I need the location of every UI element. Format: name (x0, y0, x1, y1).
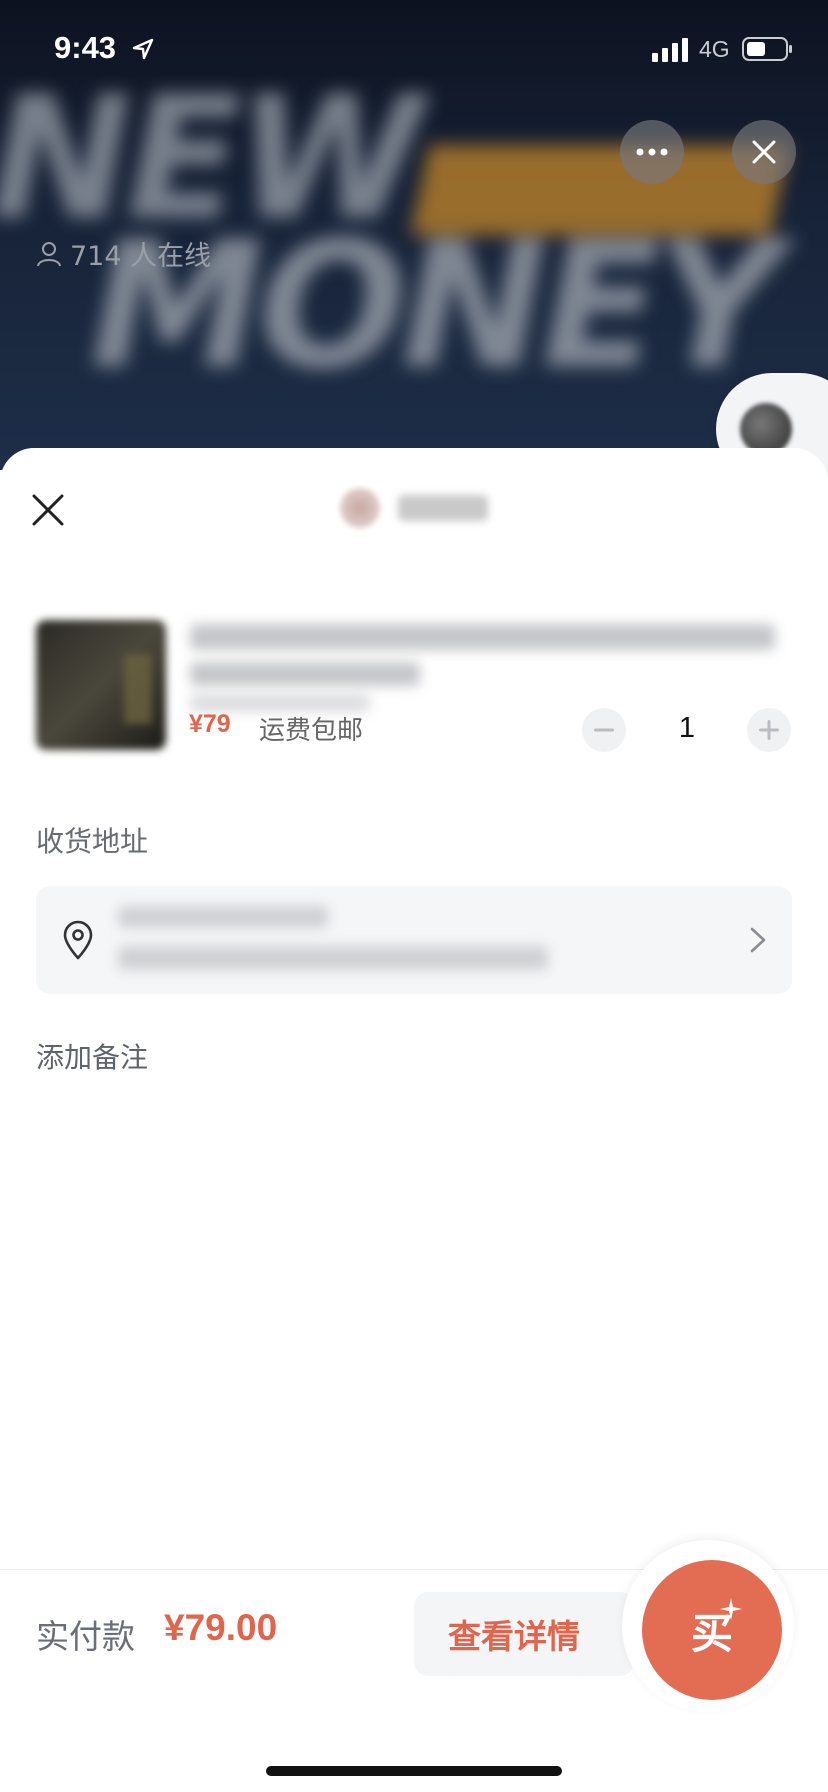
home-indicator (266, 1766, 562, 1776)
address-detail-obscured (118, 946, 548, 970)
product-thumbnail[interactable] (36, 620, 166, 750)
live-video-background[interactable]: NEW MONEY 9:43 4G 714 人在线 (0, 0, 828, 470)
add-note-link[interactable]: 添加备注 (36, 1036, 148, 1076)
more-button[interactable] (620, 120, 684, 184)
close-live-button[interactable] (732, 120, 796, 184)
address-selector[interactable] (36, 886, 792, 994)
quantity-value: 1 (678, 712, 696, 744)
paid-amount-value: ¥79.00 (164, 1607, 278, 1648)
person-icon (37, 241, 61, 266)
location-arrow-icon (132, 38, 154, 60)
status-bar: 9:43 4G (0, 0, 828, 100)
network-type: 4G (699, 36, 730, 62)
status-time: 9:43 (54, 30, 117, 65)
signal-bars-icon (652, 38, 688, 62)
more-icon (636, 148, 668, 156)
chevron-right-icon (750, 927, 766, 953)
shipping-label: 运费包邮 (259, 716, 364, 746)
shop-name-obscured (398, 495, 488, 521)
viewer-count-text: 714 人在线 (70, 241, 212, 272)
battery-icon (742, 37, 792, 61)
minus-icon (594, 728, 614, 732)
address-name-obscured (118, 906, 328, 928)
product-price: ¥79 (189, 710, 231, 738)
viewer-count: 714 人在线 (36, 234, 211, 273)
quantity-increase-button[interactable] (747, 708, 791, 752)
view-details-button[interactable]: 查看详情 (414, 1592, 634, 1676)
plus-icon (759, 720, 779, 740)
paid-amount-label: 实付款 (36, 1617, 135, 1656)
shop-avatar (340, 488, 380, 528)
address-section-label: 收货地址 (36, 825, 149, 858)
buy-button[interactable]: 买 (642, 1560, 782, 1700)
close-icon (752, 140, 776, 164)
live-purchase-screen: NEW MONEY 9:43 4G 714 人在线 ¥79 运费包邮 1 收货地… (0, 0, 828, 1792)
shop-header (340, 486, 488, 530)
purchase-sheet: ¥79 运费包邮 1 收货地址 添加备注 实付款 ¥79.00 查看详情 买 (0, 448, 828, 1792)
close-icon[interactable] (30, 492, 66, 528)
product-title-obscured (190, 662, 420, 686)
sparkle-icon (720, 1598, 742, 1620)
location-pin-icon (63, 920, 93, 960)
quantity-decrease-button[interactable] (582, 708, 626, 752)
product-title-obscured (190, 624, 775, 650)
